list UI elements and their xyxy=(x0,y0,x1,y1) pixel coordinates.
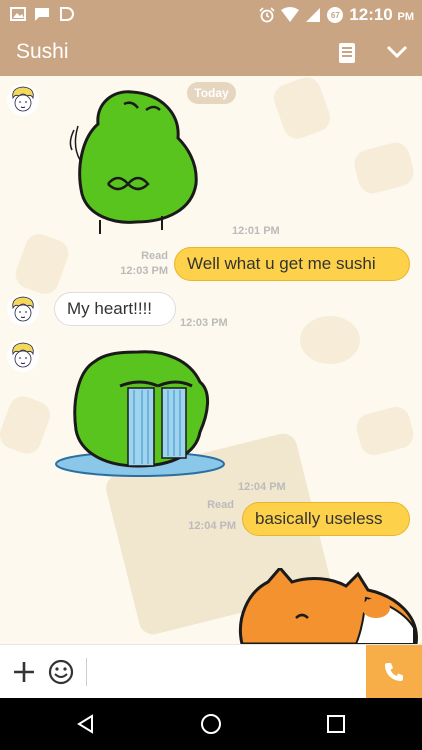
notification-icon xyxy=(60,7,74,21)
status-right-icons: 67 12:10 PM xyxy=(259,5,414,25)
background-pattern xyxy=(351,139,417,197)
battery-icon: 67 xyxy=(327,7,344,23)
phone-icon xyxy=(385,663,403,681)
crying-frog-sticker[interactable] xyxy=(54,348,226,480)
status-left-icons xyxy=(10,6,74,22)
orange-cat-sticker[interactable] xyxy=(236,568,422,644)
call-button[interactable] xyxy=(366,645,422,699)
avatar-icon xyxy=(12,296,34,322)
outgoing-message-bubble[interactable]: Well what u get me sushi xyxy=(174,247,410,281)
navigation-bar xyxy=(0,698,422,750)
incoming-message-bubble[interactable]: My heart!!!! xyxy=(54,292,176,326)
back-icon[interactable] xyxy=(76,714,96,734)
message-time: 12:03 PM xyxy=(120,265,168,277)
chat-icon xyxy=(35,8,49,21)
background-pattern xyxy=(0,392,54,458)
wifi-icon xyxy=(281,7,300,22)
home-icon[interactable] xyxy=(200,713,222,735)
message-time: 12:03 PM xyxy=(180,317,228,329)
green-frog-sticker[interactable] xyxy=(62,86,204,234)
chevron-down-icon[interactable] xyxy=(386,44,408,60)
message-time: 12:04 PM xyxy=(238,481,286,493)
background-pattern xyxy=(269,76,335,143)
plus-icon[interactable] xyxy=(12,660,36,684)
recents-icon[interactable] xyxy=(326,714,346,734)
message-input-bar xyxy=(0,644,422,699)
image-icon xyxy=(10,7,26,21)
clock: 12:10 PM xyxy=(349,5,414,24)
background-pattern xyxy=(353,403,417,459)
avatar[interactable] xyxy=(7,294,39,326)
read-receipt: Read xyxy=(207,499,234,511)
avatar[interactable] xyxy=(7,340,39,372)
message-input[interactable] xyxy=(92,653,366,693)
outgoing-message-bubble[interactable]: basically useless xyxy=(242,502,410,536)
message-time: 12:04 PM xyxy=(188,520,236,532)
notes-icon[interactable] xyxy=(338,42,356,64)
read-receipt: Read xyxy=(141,250,168,262)
alarm-icon xyxy=(259,7,275,23)
input-divider xyxy=(86,658,87,686)
chat-title: Sushi xyxy=(16,40,69,63)
background-pattern xyxy=(300,316,360,364)
chat-area[interactable]: Today 12:01 PM Read 12:03 PM Well what u… xyxy=(0,76,422,644)
avatar-icon xyxy=(12,342,34,368)
avatar-icon xyxy=(12,86,34,112)
signal-icon xyxy=(306,8,321,22)
background-pattern xyxy=(11,230,73,298)
message-time: 12:01 PM xyxy=(232,225,280,237)
avatar[interactable] xyxy=(7,84,39,116)
status-bar: 67 12:10 PM xyxy=(0,0,422,30)
emoji-icon[interactable] xyxy=(48,659,74,685)
app-bar: Sushi xyxy=(0,30,422,76)
